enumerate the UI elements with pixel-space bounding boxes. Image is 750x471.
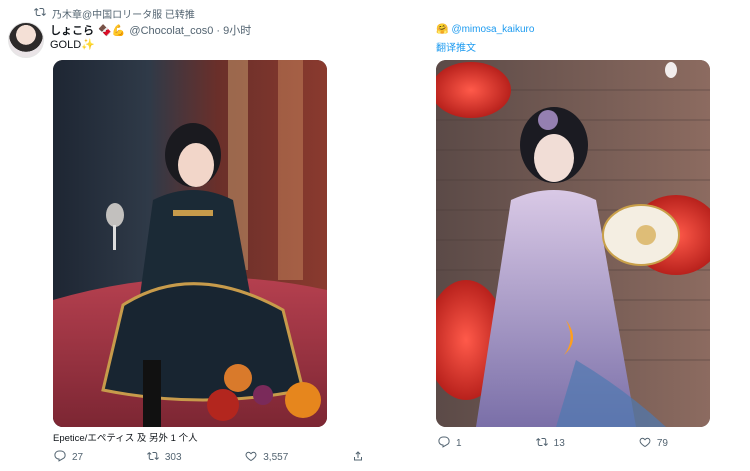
like-button[interactable]: 3,557	[245, 450, 288, 465]
retweet-icon	[34, 6, 46, 21]
like-count: 3,557	[263, 452, 289, 463]
image-tags[interactable]: Epetice/エペティス 及 另外 1 个人	[53, 430, 198, 444]
translate-link[interactable]: 翻译推文	[436, 39, 476, 54]
quoted-handle[interactable]: @mimosa_kaikuro	[451, 24, 534, 35]
handle-emoji: 🤗	[436, 24, 449, 35]
retweet-count: 303	[164, 452, 182, 463]
reply-button[interactable]: 27	[54, 450, 83, 465]
like-button-right[interactable]: 79	[639, 436, 668, 451]
tweet-photo[interactable]	[53, 60, 327, 427]
reply-icon	[438, 436, 450, 451]
retweet-icon	[146, 450, 159, 465]
tweet-actions: 27 303 3,557	[54, 450, 364, 465]
retweet-icon	[535, 436, 548, 451]
share-button[interactable]	[352, 450, 364, 465]
retweet-button-right[interactable]: 13	[535, 436, 565, 451]
like-count: 79	[656, 438, 668, 449]
avatar[interactable]	[8, 22, 44, 58]
heart-icon	[639, 436, 651, 451]
retweet-label[interactable]: 乃木章@中国ロリータ服 已转推	[52, 6, 195, 21]
reply-button-right[interactable]: 1	[438, 436, 462, 451]
reply-icon	[54, 450, 66, 465]
tweet-actions-right: 1 13 79	[438, 436, 668, 451]
name-emoji: 🍫💪	[98, 24, 126, 37]
reply-count: 1	[456, 438, 462, 449]
handle-time[interactable]: @Chocolat_cos0 · 9小时	[129, 22, 251, 38]
tweet-photo-right[interactable]	[436, 60, 710, 427]
retweet-button[interactable]: 303	[146, 450, 182, 465]
author-row: しょこら 🍫💪 @Chocolat_cos0 · 9小时	[50, 22, 251, 38]
retweet-count: 13	[553, 438, 565, 449]
tweet-text: GOLD✨	[50, 39, 95, 51]
heart-icon	[245, 450, 257, 465]
share-icon	[352, 450, 364, 465]
reply-count: 27	[72, 452, 84, 463]
display-name[interactable]: しょこら	[50, 22, 94, 38]
retweet-indicator: 乃木章@中国ロリータ服 已转推	[34, 6, 195, 21]
quoted-author[interactable]: 🤗 @mimosa_kaikuro	[436, 24, 534, 35]
